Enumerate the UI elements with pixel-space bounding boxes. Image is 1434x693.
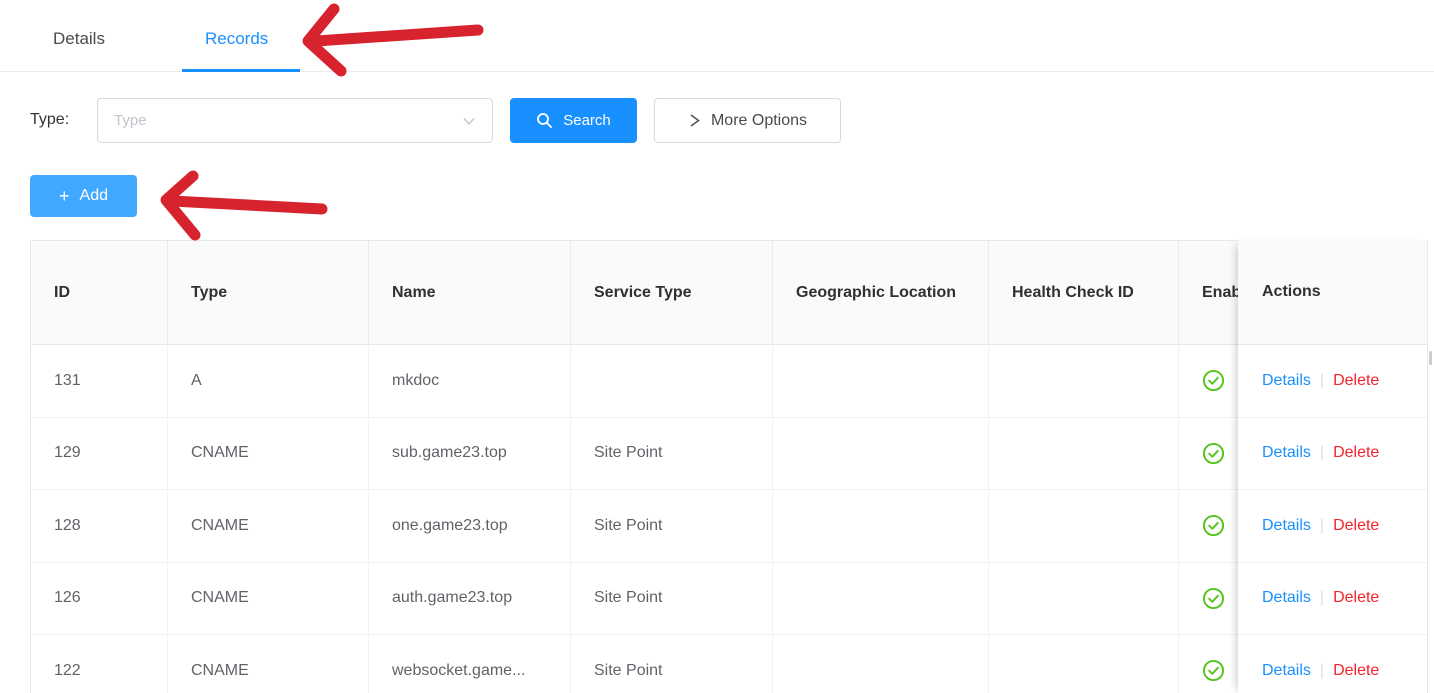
cell-geographic-location — [773, 563, 989, 635]
delete-link[interactable]: Delete — [1333, 444, 1379, 462]
arrow-pointing-at-add-button — [166, 176, 322, 235]
actions-row: Details | Delete — [1238, 418, 1427, 491]
cell-service-type: Site Point — [571, 635, 773, 693]
col-header-service-type: Service Type — [571, 241, 773, 344]
cell-type: CNAME — [168, 563, 369, 635]
tab-records[interactable]: Records — [205, 29, 268, 49]
table-body: 131 A mkdoc 129 CNAME sub.game23.top Sit… — [31, 345, 1427, 693]
enabled-check-icon — [1202, 442, 1225, 465]
actions-row: Details | Delete — [1238, 345, 1427, 418]
details-link[interactable]: Details — [1262, 517, 1311, 535]
delete-link[interactable]: Delete — [1333, 372, 1379, 390]
details-link[interactable]: Details — [1262, 662, 1311, 680]
delete-link[interactable]: Delete — [1333, 517, 1379, 535]
tab-details[interactable]: Details — [53, 29, 105, 49]
more-options-button[interactable]: More Options — [654, 98, 841, 143]
details-link[interactable]: Details — [1262, 372, 1311, 390]
cell-geographic-location — [773, 635, 989, 693]
col-header-actions: Actions — [1238, 240, 1427, 345]
records-page: Details Records Type: Type Search More O… — [0, 0, 1434, 693]
actions-body: Details | Delete Details | Delete Detail… — [1238, 345, 1427, 693]
enabled-check-icon — [1202, 514, 1225, 537]
active-tab-indicator — [182, 69, 300, 72]
col-header-id: ID — [31, 241, 168, 344]
actions-fixed-column: Actions Details | Delete Details | Delet… — [1238, 240, 1427, 693]
type-select[interactable]: Type — [97, 98, 493, 143]
col-header-name: Name — [369, 241, 571, 344]
col-header-health-check-id: Health Check ID — [989, 241, 1179, 344]
delete-link[interactable]: Delete — [1333, 589, 1379, 607]
cell-name: one.game23.top — [369, 490, 571, 562]
actions-row: Details | Delete — [1238, 490, 1427, 563]
enabled-check-icon — [1202, 369, 1225, 392]
table-header: ID Type Name Service Type Geographic Loc… — [31, 241, 1427, 345]
action-separator: | — [1320, 372, 1324, 390]
cell-name: sub.game23.top — [369, 418, 571, 490]
search-button[interactable]: Search — [510, 98, 637, 143]
add-button[interactable]: + Add — [30, 175, 137, 217]
cell-health-check-id — [989, 635, 1179, 693]
action-separator: | — [1320, 444, 1324, 462]
cell-health-check-id — [989, 563, 1179, 635]
table-row: 122 CNAME websocket.game... Site Point — [31, 635, 1427, 693]
chevron-down-icon — [462, 114, 476, 128]
search-icon — [536, 112, 553, 129]
cell-id: 129 — [31, 418, 168, 490]
cell-type: CNAME — [168, 490, 369, 562]
type-select-placeholder: Type — [114, 112, 462, 129]
actions-row: Details | Delete — [1238, 563, 1427, 636]
col-header-type: Type — [168, 241, 369, 344]
cell-id: 126 — [31, 563, 168, 635]
cell-service-type: Site Point — [571, 418, 773, 490]
cell-name: mkdoc — [369, 345, 571, 417]
search-button-label: Search — [563, 112, 611, 129]
col-header-geographic-location: Geographic Location — [773, 241, 989, 344]
cell-geographic-location — [773, 418, 989, 490]
action-separator: | — [1320, 517, 1324, 535]
chevron-right-icon — [688, 113, 701, 128]
action-separator: | — [1320, 662, 1324, 680]
table-row: 126 CNAME auth.game23.top Site Point — [31, 563, 1427, 636]
cell-geographic-location — [773, 490, 989, 562]
scrollbar-thumb[interactable] — [1429, 351, 1432, 365]
cell-type: CNAME — [168, 635, 369, 693]
cell-type: A — [168, 345, 369, 417]
cell-name: auth.game23.top — [369, 563, 571, 635]
cell-id: 131 — [31, 345, 168, 417]
add-button-label: Add — [80, 187, 108, 205]
records-table: ID Type Name Service Type Geographic Loc… — [30, 240, 1428, 693]
table-row: 129 CNAME sub.game23.top Site Point — [31, 418, 1427, 491]
cell-type: CNAME — [168, 418, 369, 490]
action-separator: | — [1320, 589, 1324, 607]
tab-bar: Details Records — [0, 0, 1434, 72]
type-filter-label: Type: — [30, 111, 69, 129]
table-row: 131 A mkdoc — [31, 345, 1427, 418]
plus-icon: + — [59, 187, 70, 205]
enabled-check-icon — [1202, 587, 1225, 610]
cell-geographic-location — [773, 345, 989, 417]
cell-name: websocket.game... — [369, 635, 571, 693]
cell-health-check-id — [989, 490, 1179, 562]
details-link[interactable]: Details — [1262, 589, 1311, 607]
enabled-check-icon — [1202, 659, 1225, 682]
delete-link[interactable]: Delete — [1333, 662, 1379, 680]
cell-health-check-id — [989, 345, 1179, 417]
cell-health-check-id — [989, 418, 1179, 490]
actions-row: Details | Delete — [1238, 635, 1427, 693]
more-options-label: More Options — [711, 112, 807, 130]
table-row: 128 CNAME one.game23.top Site Point — [31, 490, 1427, 563]
cell-service-type — [571, 345, 773, 417]
cell-service-type: Site Point — [571, 490, 773, 562]
cell-id: 122 — [31, 635, 168, 693]
details-link[interactable]: Details — [1262, 444, 1311, 462]
cell-id: 128 — [31, 490, 168, 562]
cell-service-type: Site Point — [571, 563, 773, 635]
